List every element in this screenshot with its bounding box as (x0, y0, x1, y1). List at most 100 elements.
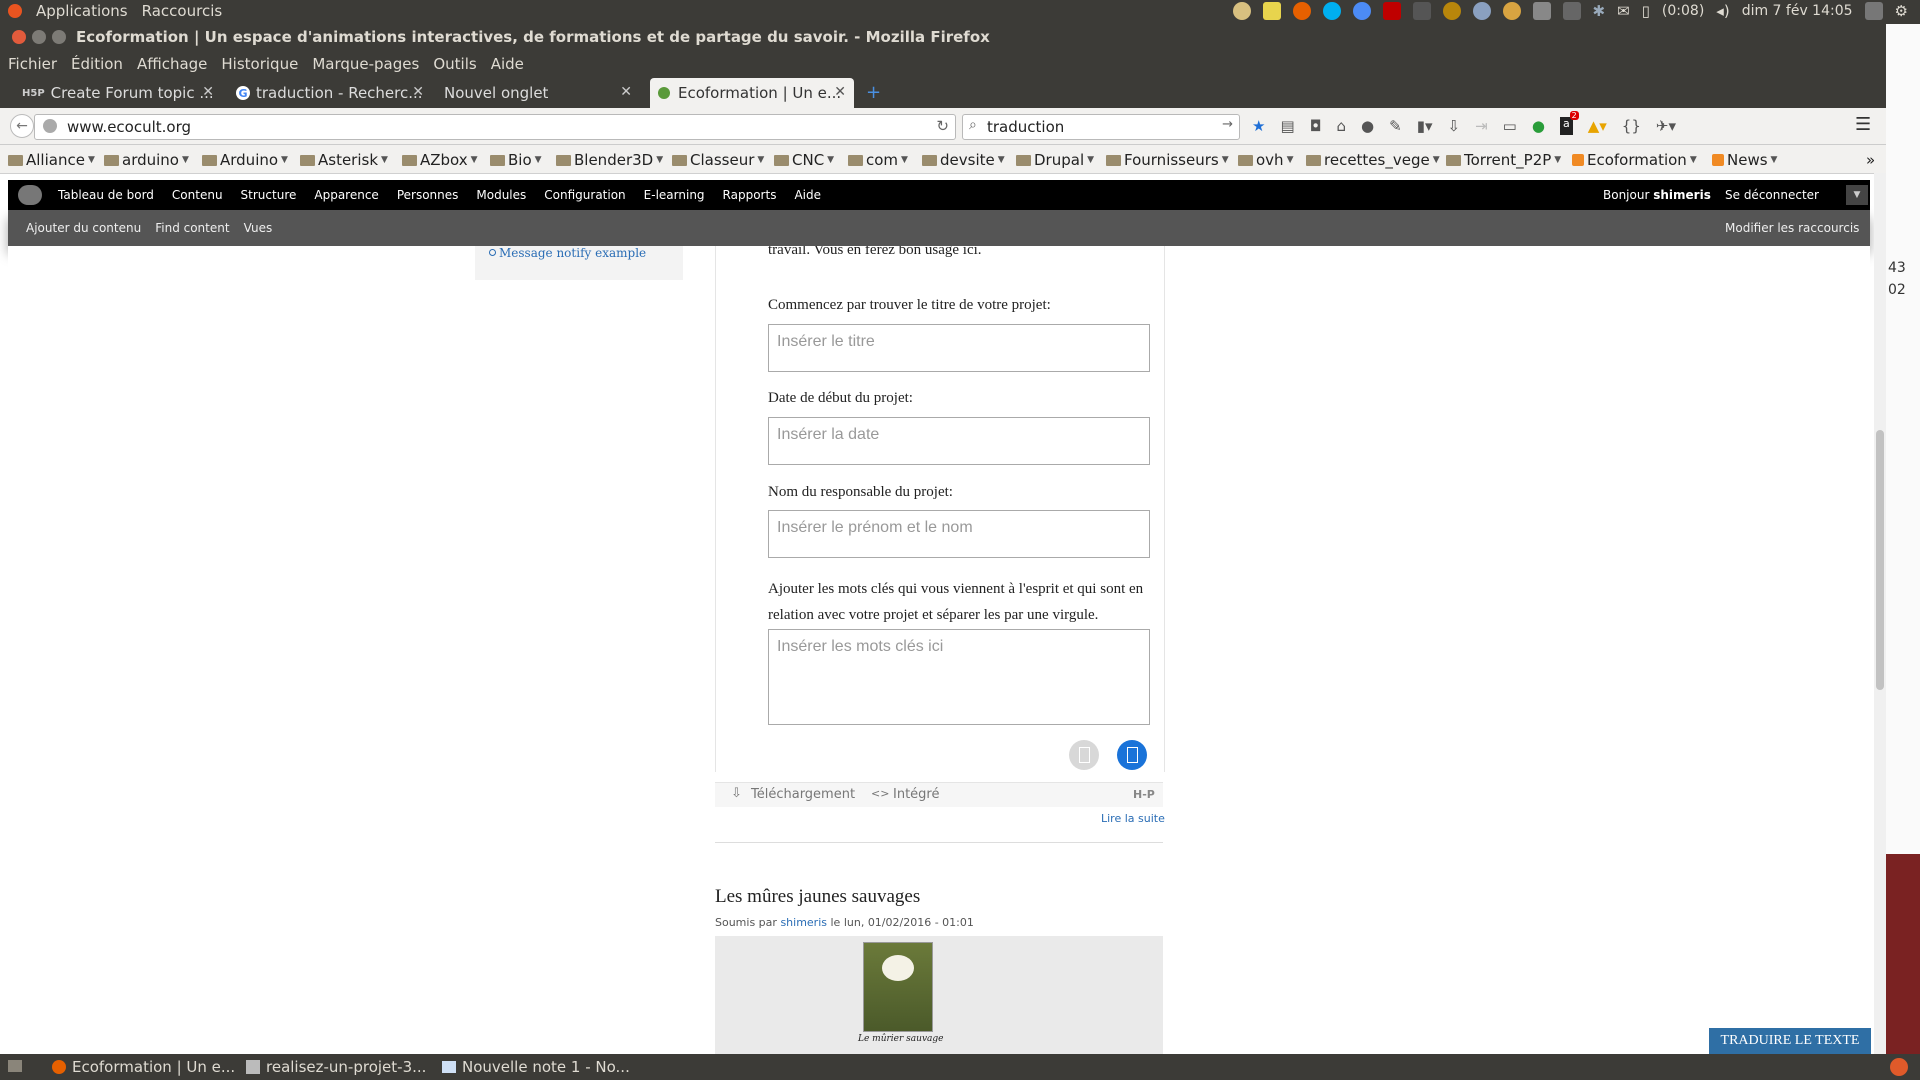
admin-menu-content[interactable]: Contenu (172, 188, 223, 202)
skype-icon[interactable] (1322, 2, 1341, 20)
admin-menu-elearning[interactable]: E-learning (644, 188, 705, 202)
show-desktop-icon[interactable] (8, 1060, 22, 1072)
pocket-icon[interactable]: ◘ (1310, 117, 1322, 135)
shortcuts-menu[interactable]: Raccourcis (142, 2, 223, 20)
tab-create-forum-topic[interactable]: H5P Create Forum topic ... ✕ (22, 78, 222, 108)
maximize-window-icon[interactable] (52, 30, 66, 44)
keywords-textarea[interactable]: Insérer les mots clés ici (768, 629, 1150, 725)
keyboard-layout-icon[interactable]: ▯ (1642, 2, 1650, 20)
bookmark-star-icon[interactable]: ★ (1252, 117, 1265, 135)
translate-text-button[interactable]: TRADUIRE LE TEXTE (1709, 1028, 1871, 1054)
admin-menu-modules[interactable]: Modules (476, 188, 526, 202)
search-tool-icon[interactable] (1532, 2, 1551, 20)
menu-affichage[interactable]: Affichage (137, 55, 207, 73)
extension-icon[interactable]: ✎ (1389, 117, 1402, 135)
filezilla-icon[interactable] (1382, 2, 1401, 20)
battery-status[interactable]: (0:08) (1662, 3, 1704, 19)
terminal-icon[interactable] (1412, 2, 1431, 20)
download-icon[interactable]: ⇩ (1448, 117, 1461, 135)
admin-menu-configuration[interactable]: Configuration (544, 188, 625, 202)
forward-icon[interactable]: ⇥ (1475, 117, 1488, 135)
scrollbar-thumb[interactable] (1876, 430, 1884, 690)
bookmark-blender3d[interactable]: Blender3D ▼ (556, 151, 663, 169)
admin-menu-appearance[interactable]: Apparence (314, 188, 378, 202)
bookmark-devsite[interactable]: devsite ▼ (922, 151, 1005, 169)
new-tab-button[interactable]: + (866, 82, 881, 103)
reading-list-icon[interactable]: ▤ (1280, 117, 1294, 135)
gimp-icon[interactable] (1442, 2, 1461, 20)
read-more-link[interactable]: Lire la suite (1101, 812, 1165, 825)
close-tab-icon[interactable]: ✕ (620, 84, 632, 100)
comment-icon[interactable]: ▭ (1503, 117, 1517, 135)
back-button[interactable]: ← (10, 114, 34, 138)
previous-page-button[interactable] (1069, 740, 1099, 770)
message-notify-link[interactable]: Message notify example (499, 246, 646, 260)
bookmark-arduino[interactable]: arduino ▼ (104, 151, 189, 169)
bluetooth-icon[interactable]: ✱ (1593, 2, 1606, 20)
bookmark-ecoformation[interactable]: Ecoformation ▼ (1572, 151, 1697, 169)
author-link[interactable]: shimeris (780, 916, 827, 929)
weather-icon[interactable] (1232, 2, 1251, 20)
bookmark-drupal[interactable]: Drupal ▼ (1016, 151, 1094, 169)
bookmark-alliance[interactable]: Alliance ▼ (8, 151, 95, 169)
toggle-shortcuts-icon[interactable]: ▼ (1846, 185, 1868, 205)
url-text[interactable]: www.ecocult.org (67, 118, 191, 136)
admin-menu-people[interactable]: Personnes (397, 188, 459, 202)
settings-gear-icon[interactable]: ⚙ (1895, 2, 1908, 20)
chrome-icon[interactable] (1352, 2, 1371, 20)
notes-icon[interactable] (1262, 2, 1281, 20)
menu-aide[interactable]: Aide (491, 55, 524, 73)
globe-icon[interactable] (1472, 2, 1491, 20)
devtools-icon[interactable]: {} (1622, 117, 1641, 135)
download-link[interactable]: Téléchargement (751, 787, 855, 802)
messenger-icon[interactable] (1502, 2, 1521, 20)
article-thumbnail[interactable] (863, 942, 933, 1032)
admin-menu-reports[interactable]: Rapports (723, 188, 777, 202)
bookmark-asterisk[interactable]: Asterisk ▼ (300, 151, 388, 169)
bookmark-arduino-2[interactable]: Arduino ▼ (202, 151, 288, 169)
google-drive-icon[interactable]: ▲▾ (1588, 117, 1607, 135)
tab-nouvel-onglet[interactable]: Nouvel onglet ✕ (444, 78, 640, 108)
bookmark-cnc[interactable]: CNC ▼ (774, 151, 834, 169)
bookmark-com[interactable]: com ▼ (848, 151, 908, 169)
search-input[interactable]: traduction (987, 118, 1064, 136)
date-input[interactable]: Insérer la date (768, 417, 1150, 465)
admin-menu-help[interactable]: Aide (794, 188, 821, 202)
home-icon[interactable] (18, 185, 42, 205)
edit-shortcuts-link[interactable]: Modifier les raccourcis (1725, 221, 1859, 235)
bookmark-azbox[interactable]: AZbox ▼ (402, 151, 478, 169)
shortcut-views[interactable]: Vues (244, 221, 273, 235)
taskbar-item-firefox[interactable]: Ecoformation | Un e... (52, 1058, 235, 1076)
bookmark-torrent-p2p[interactable]: Torrent_P2P ▼ (1446, 151, 1561, 169)
mail-icon[interactable]: ✉ (1617, 2, 1630, 20)
reload-icon[interactable]: ↻ (936, 117, 949, 135)
user-name[interactable]: shimeris (1653, 188, 1711, 202)
search-bar[interactable]: ⌕ traduction → (962, 114, 1240, 140)
h5p-logo[interactable]: H-P (1133, 788, 1155, 801)
tab-ecoformation[interactable]: Ecoformation | Un e... ✕ (650, 78, 854, 108)
search-go-icon[interactable]: → (1222, 117, 1233, 132)
clock[interactable]: dim 7 fév 14:05 (1742, 3, 1853, 19)
close-tab-icon[interactable]: ✕ (412, 84, 424, 100)
hamburger-menu-icon[interactable]: ☰ (1855, 114, 1871, 135)
trash-icon[interactable] (1890, 1058, 1908, 1076)
bookmark-news[interactable]: News ▼ (1712, 151, 1777, 169)
behance-icon[interactable] (1562, 2, 1581, 20)
taskbar-item-nouvelle-note[interactable]: Nouvelle note 1 - No... (442, 1058, 630, 1076)
menu-marque-pages[interactable]: Marque-pages (312, 55, 419, 73)
tab-traduction-recherche[interactable]: G traduction - Recherc... ✕ (236, 78, 432, 108)
admin-menu-structure[interactable]: Structure (241, 188, 297, 202)
chat-icon[interactable]: ● (1361, 117, 1374, 135)
ubuntu-logo-icon[interactable] (8, 4, 22, 18)
tools-icon[interactable]: ✈▾ (1656, 117, 1676, 135)
admin-menu-dashboard[interactable]: Tableau de bord (58, 188, 154, 202)
bookmark-bio[interactable]: Bio ▼ (490, 151, 542, 169)
title-input[interactable]: Insérer le titre (768, 324, 1150, 372)
display-icon[interactable] (1864, 2, 1883, 20)
close-window-icon[interactable] (12, 30, 26, 44)
shortcut-find-content[interactable]: Find content (155, 221, 229, 235)
embed-link[interactable]: Intégré (893, 787, 939, 802)
bookmark-ovh[interactable]: ovh ▼ (1238, 151, 1293, 169)
close-tab-icon[interactable]: ✕ (202, 84, 214, 100)
applications-menu[interactable]: Applications (36, 2, 128, 20)
